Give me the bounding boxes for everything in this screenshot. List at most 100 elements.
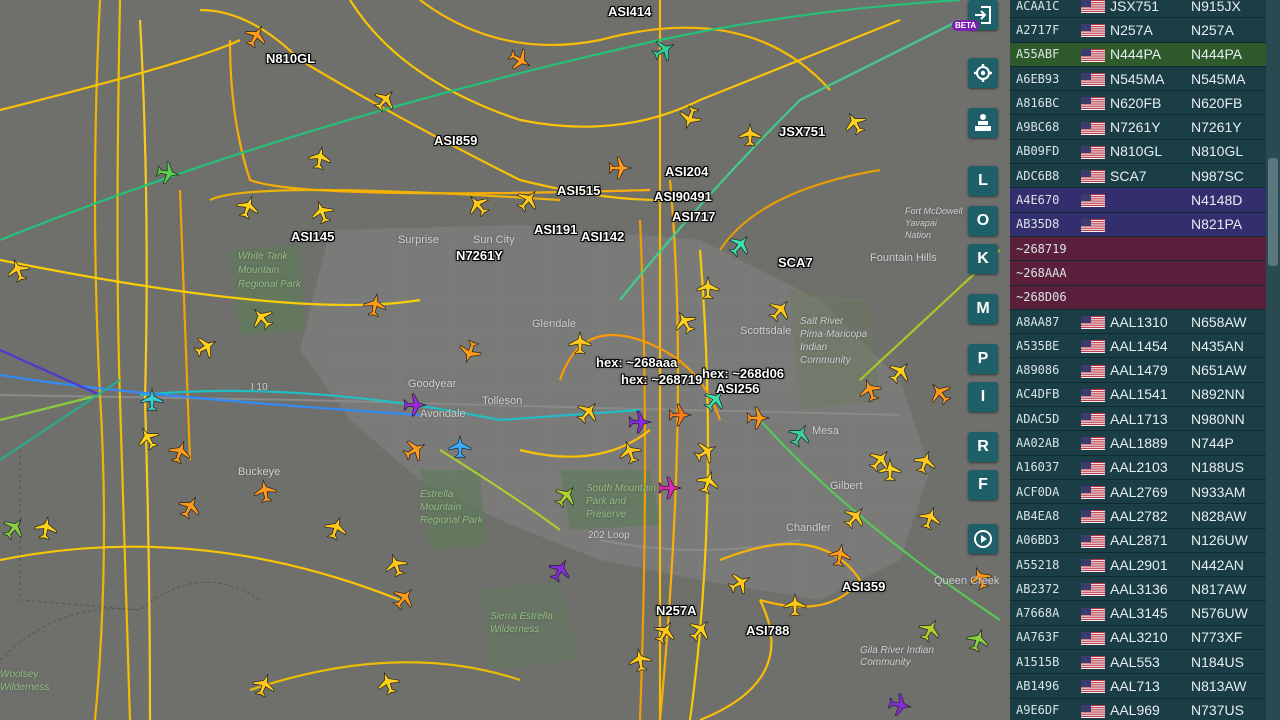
table-row[interactable]: AB09FD N810GL N810GL <box>1010 139 1280 165</box>
place-label-fountain-hills: Fountain Hills <box>870 252 937 264</box>
flight-label-asi859[interactable]: ASI859 <box>434 133 477 148</box>
toggle-o-button[interactable]: O <box>968 206 998 236</box>
us-flag-icon <box>1081 413 1105 427</box>
table-row[interactable]: AA02AB AAL1889 N744P <box>1010 431 1280 456</box>
table-scrollbar-thumb[interactable] <box>1268 158 1278 266</box>
flight-label-asi515[interactable]: ASI515 <box>557 183 600 198</box>
us-flag-icon <box>1081 388 1105 402</box>
table-row[interactable]: A55218 AAL2901 N442AN <box>1010 552 1280 578</box>
table-row[interactable]: A1515B AAL553 N184US <box>1010 650 1280 675</box>
table-row[interactable]: AB35D8 N821PA <box>1010 212 1280 237</box>
toggle-f-button[interactable]: F <box>968 470 998 500</box>
flight-label-asi191[interactable]: ASI191 <box>534 222 577 237</box>
hex-cell: A6EB93 <box>1016 71 1060 86</box>
flight-label-n7261y[interactable]: N7261Y <box>456 248 503 263</box>
table-scrollbar[interactable] <box>1266 0 1280 720</box>
callsign-cell: N257A <box>1110 21 1153 38</box>
toggle-m-button[interactable]: M <box>968 294 998 324</box>
place-label-surprise: Surprise <box>398 234 439 246</box>
table-row[interactable]: A7668A AAL3145 N576UW <box>1010 601 1280 626</box>
flight-label-n810gl[interactable]: N810GL <box>266 51 315 66</box>
table-row[interactable]: AB4EA8 AAL2782 N828AW <box>1010 504 1280 529</box>
toggle-p-button[interactable]: P <box>968 344 998 374</box>
table-row[interactable]: A55ABF N444PA N444PA <box>1010 42 1280 67</box>
hex-cell: AB2372 <box>1016 581 1060 596</box>
flight-label-hex-268d06[interactable]: hex: ~268d06 <box>702 366 784 381</box>
settings-button[interactable] <box>968 58 998 88</box>
replay-button[interactable] <box>968 524 998 554</box>
table-row[interactable]: A8AA87 AAL1310 N658AW <box>1010 309 1280 335</box>
flight-label-asi204[interactable]: ASI204 <box>665 164 708 179</box>
flight-label-jsx751[interactable]: JSX751 <box>779 124 825 139</box>
aircraft-table[interactable]: ACAA1C JSX751 N915JX A2717F N257A N257A A55ABF… <box>1010 0 1280 720</box>
registration-cell: N7261Y <box>1191 119 1242 136</box>
registration-cell: N810GL <box>1191 143 1244 160</box>
flight-label-asi359[interactable]: ASI359 <box>842 579 885 594</box>
flight-label-asi145[interactable]: ASI145 <box>291 229 334 244</box>
table-row[interactable]: A9BC68 N7261Y N7261Y <box>1010 115 1280 140</box>
flight-map[interactable]: Surprise Sun City Goodyear Buckeye Chand… <box>0 0 1010 720</box>
flight-label-sca7[interactable]: SCA7 <box>778 255 813 270</box>
place-label-gilbert: Gilbert <box>830 480 863 492</box>
table-row[interactable]: A816BC N620FB N620FB <box>1010 91 1280 116</box>
settings-gear-icon <box>974 64 992 82</box>
flight-label-n257a[interactable]: N257A <box>656 603 696 618</box>
flight-label-asi90491[interactable]: ASI90491 <box>654 189 712 204</box>
table-row[interactable]: ACAA1C JSX751 N915JX <box>1010 0 1280 19</box>
us-flag-icon <box>1081 364 1105 378</box>
place-label-tolleson: Tolleson <box>482 395 523 407</box>
toggle-l-button[interactable]: L <box>968 166 998 196</box>
registration-cell: N813AW <box>1191 678 1247 695</box>
replay-icon <box>974 530 992 548</box>
us-flag-icon <box>1081 340 1105 354</box>
callsign-cell: AAL3210 <box>1110 629 1168 646</box>
flight-label-hex-268719[interactable]: hex: ~268719 <box>621 372 702 387</box>
registration-cell: N4148D <box>1191 192 1243 209</box>
registration-cell: N915JX <box>1191 0 1241 14</box>
callsign-cell: AAL3136 <box>1110 580 1168 597</box>
us-flag-icon <box>1081 170 1105 184</box>
table-row[interactable]: A2717F N257A N257A <box>1010 18 1280 43</box>
hex-cell: ACAA1C <box>1016 0 1060 13</box>
table-row[interactable]: AA763F AAL3210 N773XF <box>1010 625 1280 651</box>
table-row[interactable]: ~268D06 <box>1010 285 1280 310</box>
registration-cell: N444PA <box>1191 46 1243 63</box>
flight-label-asi256[interactable]: ASI256 <box>716 381 759 396</box>
table-row[interactable]: ACF0DA AAL2769 N933AM <box>1010 480 1280 505</box>
table-row[interactable]: AB2372 AAL3136 N817AW <box>1010 577 1280 602</box>
flight-label-asi142[interactable]: ASI142 <box>581 229 624 244</box>
toggle-k-button[interactable]: K <box>968 244 998 274</box>
toggle-r-button[interactable]: R <box>968 432 998 462</box>
table-row[interactable]: ADAC5D AAL1713 N980NN <box>1010 407 1280 432</box>
table-row[interactable]: ~268AAA <box>1010 261 1280 286</box>
place-label-chandler: Chandler <box>786 522 831 534</box>
table-row[interactable]: A16037 AAL2103 N188US <box>1010 455 1280 480</box>
registration-cell: N980NN <box>1191 410 1245 427</box>
toggle-i-button[interactable]: I <box>968 382 998 412</box>
table-row[interactable]: ~268719 <box>1010 237 1280 262</box>
table-row[interactable]: ADC6B8 SCA7 N987SC <box>1010 164 1280 189</box>
hex-cell: A7668A <box>1016 606 1060 621</box>
hex-cell: A4E670 <box>1016 193 1060 208</box>
callsign-cell: AAL553 <box>1110 653 1160 670</box>
table-row[interactable]: A4E670 N4148D <box>1010 188 1280 213</box>
table-row[interactable]: A6EB93 N545MA N545MA <box>1010 66 1280 92</box>
callsign-cell: AAL1541 <box>1110 386 1168 403</box>
flight-label-asi788[interactable]: ASI788 <box>746 623 789 638</box>
table-row[interactable]: A06BD3 AAL2871 N126UW <box>1010 528 1280 553</box>
flight-label-asi414[interactable]: ASI414 <box>608 4 651 19</box>
table-row[interactable]: A89086 AAL1479 N651AW <box>1010 358 1280 383</box>
flight-label-asi717[interactable]: ASI717 <box>672 209 715 224</box>
hex-cell: A1515B <box>1016 654 1060 669</box>
hex-cell: AA02AB <box>1016 436 1060 451</box>
callsign-cell: AAL1713 <box>1110 410 1168 427</box>
place-label-glendale: Glendale <box>532 318 577 330</box>
table-row[interactable]: AB1496 AAL713 N813AW <box>1010 674 1280 699</box>
flight-label-hex-268aaa[interactable]: hex: ~268aaa <box>596 355 677 370</box>
table-row[interactable]: AC4DFB AAL1541 N892NN <box>1010 382 1280 408</box>
layers-button[interactable] <box>968 108 998 138</box>
table-row[interactable]: A535BE AAL1454 N435AN <box>1010 334 1280 359</box>
registration-cell: N435AN <box>1191 337 1244 354</box>
hex-cell: ADC6B8 <box>1016 168 1060 183</box>
table-row[interactable]: A9E6DF AAL969 N737US <box>1010 698 1280 720</box>
